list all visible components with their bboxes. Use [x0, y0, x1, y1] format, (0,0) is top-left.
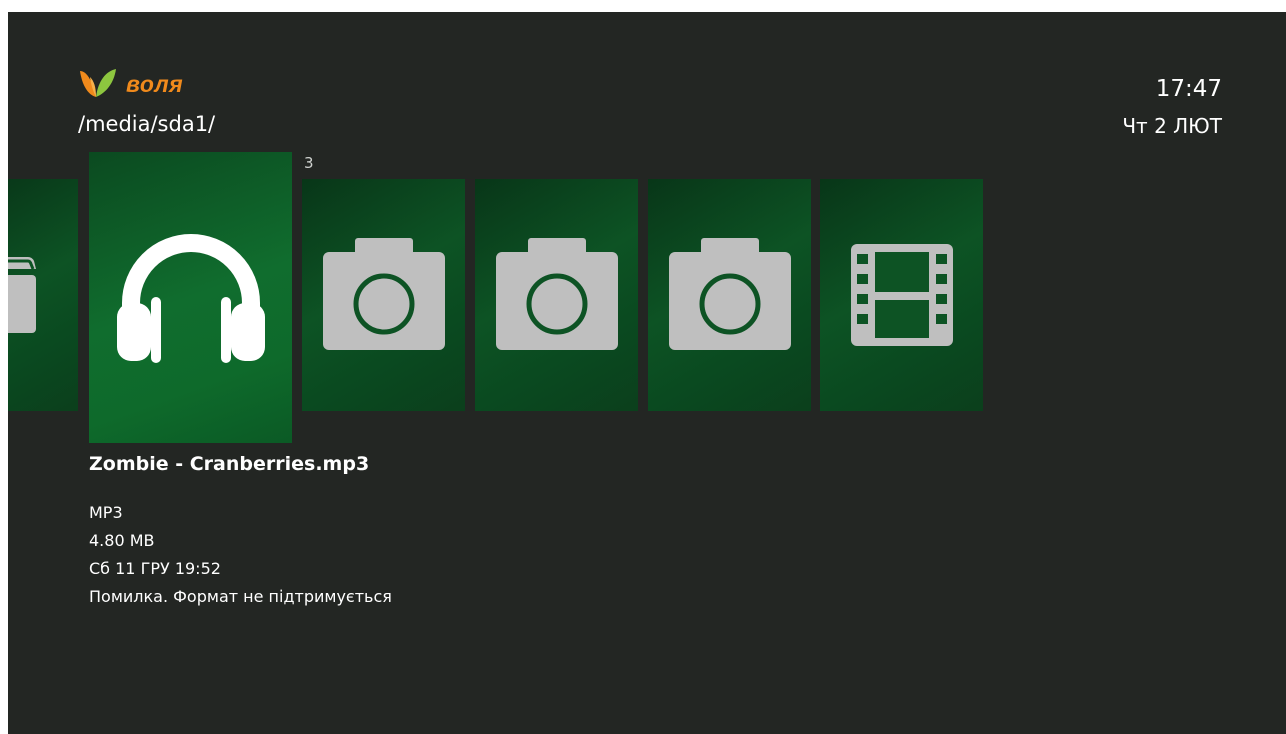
playback-error-message: Помилка. Формат не підтримується [89, 587, 392, 606]
folder-icon [8, 251, 58, 351]
camera-icon [495, 238, 618, 352]
current-path: /media/sda1/ [78, 112, 216, 136]
file-tile-photo[interactable] [302, 179, 465, 411]
brand-logo: воля [76, 67, 183, 101]
file-size: 4.80 MB [89, 531, 155, 550]
file-modified-date: Сб 11 ГРУ 19:52 [89, 559, 221, 578]
file-tile-photo[interactable] [475, 179, 638, 411]
position-counter: 3 [304, 154, 314, 172]
file-tile-audio-selected[interactable] [89, 152, 292, 443]
file-tile-folder[interactable] [8, 179, 78, 411]
headphones-icon [115, 233, 267, 363]
camera-icon [668, 238, 791, 352]
clock-time: 17:47 [1155, 76, 1222, 102]
file-tile-photo[interactable] [648, 179, 811, 411]
clock-date: Чт 2 ЛЮТ [1122, 114, 1222, 138]
logo-text: воля [126, 70, 184, 97]
logo-mark-icon [80, 69, 116, 97]
camera-icon [322, 238, 445, 352]
film-icon [850, 244, 953, 346]
media-browser-screen: воля /media/sda1/ 17:47 Чт 2 ЛЮТ 3 Zombi… [8, 12, 1286, 734]
file-format: MP3 [89, 503, 123, 522]
file-name: Zombie - Cranberries.mp3 [89, 453, 370, 475]
file-tile-video[interactable] [820, 179, 983, 411]
